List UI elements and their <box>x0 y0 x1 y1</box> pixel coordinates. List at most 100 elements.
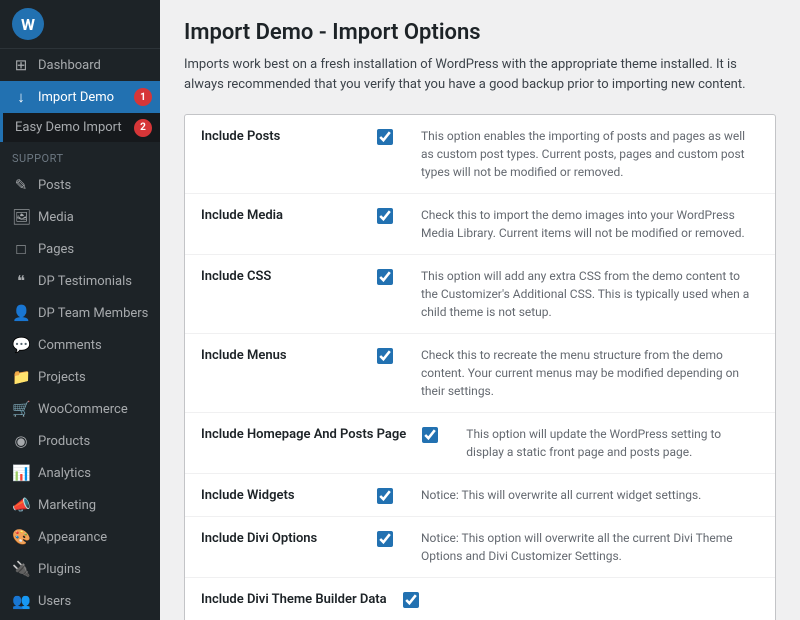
option-checkbox-wrap-include-menus <box>377 346 405 364</box>
option-checkbox-include-divi-options[interactable] <box>377 531 393 547</box>
sidebar-item-label-users: Users <box>38 594 71 609</box>
sidebar-logo: W <box>0 0 160 49</box>
sidebar-item-appearance[interactable]: 🎨 Appearance <box>0 521 160 553</box>
posts-icon: ✎ <box>12 176 30 194</box>
sidebar-item-products[interactable]: ◉ Products <box>0 425 160 457</box>
option-row-include-posts: Include Posts This option enables the imp… <box>185 115 775 194</box>
option-checkbox-wrap-include-divi-options <box>377 529 405 547</box>
option-label-include-divi-options: Include Divi Options <box>201 529 361 546</box>
import-demo-icon: ↓ <box>12 88 30 106</box>
marketing-icon: 📣 <box>12 496 30 514</box>
sidebar: W ⊞ Dashboard ↓ Import Demo 1 Easy Demo Impor… <box>0 0 160 620</box>
option-row-include-divi-theme-builder: Include Divi Theme Builder Data <box>185 578 775 620</box>
page-title: Import Demo - Import Options <box>184 20 776 45</box>
option-checkbox-include-widgets[interactable] <box>377 488 393 504</box>
sidebar-item-label-marketing: Marketing <box>38 498 96 513</box>
option-checkbox-include-divi-theme-builder[interactable] <box>403 592 419 608</box>
sidebar-item-plugins[interactable]: 🔌 Plugins <box>0 553 160 585</box>
option-checkbox-wrap-include-divi-theme-builder <box>403 590 431 608</box>
sidebar-item-label-easy-demo-import: Easy Demo Import <box>15 120 122 135</box>
option-checkbox-wrap-include-css <box>377 267 405 285</box>
pages-icon: □ <box>12 240 30 258</box>
option-checkbox-include-css[interactable] <box>377 269 393 285</box>
sidebar-item-label-media: Media <box>38 210 74 225</box>
sidebar-item-analytics[interactable]: 📊 Analytics <box>0 457 160 489</box>
options-list: Include Posts This option enables the imp… <box>184 114 776 620</box>
option-label-include-menus: Include Menus <box>201 346 361 363</box>
plugins-icon: 🔌 <box>12 560 30 578</box>
sidebar-item-dp-testimonials[interactable]: ❝ DP Testimonials <box>0 265 160 297</box>
option-checkbox-wrap-include-posts <box>377 127 405 145</box>
woocommerce-icon: 🛒 <box>12 400 30 418</box>
media-icon: 🖼 <box>12 208 30 226</box>
dashboard-icon: ⊞ <box>12 56 30 74</box>
sidebar-item-label-appearance: Appearance <box>38 530 107 545</box>
option-checkbox-wrap-include-widgets <box>377 486 405 504</box>
option-label-include-widgets: Include Widgets <box>201 486 361 503</box>
option-row-include-widgets: Include Widgets Notice: This will overwri… <box>185 474 775 517</box>
sidebar-item-label-dp-team-members: DP Team Members <box>38 306 148 321</box>
page-description: Imports work best on a fresh installatio… <box>184 55 776 94</box>
option-checkbox-wrap-include-homepage <box>422 425 450 443</box>
option-desc-include-css: This option will add any extra CSS from … <box>421 267 759 321</box>
appearance-icon: 🎨 <box>12 528 30 546</box>
option-checkbox-wrap-include-media <box>377 206 405 224</box>
option-row-include-divi-options: Include Divi Options Notice: This option … <box>185 517 775 578</box>
option-label-include-css: Include CSS <box>201 267 361 284</box>
option-row-include-homepage: Include Homepage And Posts Page This opti… <box>185 413 775 474</box>
sidebar-item-label-dashboard: Dashboard <box>38 58 101 73</box>
sidebar-item-label-woocommerce: WooCommerce <box>38 402 128 417</box>
sidebar-item-label-plugins: Plugins <box>38 562 81 577</box>
sidebar-item-projects[interactable]: 📁 Projects <box>0 361 160 393</box>
option-label-include-posts: Include Posts <box>201 127 361 144</box>
option-checkbox-include-menus[interactable] <box>377 348 393 364</box>
dp-team-members-icon: 👤 <box>12 304 30 322</box>
sidebar-badge-easy-demo-import: 2 <box>134 119 152 137</box>
sidebar-item-label-import-demo: Import Demo <box>38 90 114 105</box>
option-desc-include-divi-options: Notice: This option will overwrite all t… <box>421 529 759 565</box>
option-desc-include-widgets: Notice: This will overwrite all current … <box>421 486 759 504</box>
sidebar-item-easy-demo-import[interactable]: Easy Demo Import 2 <box>0 113 160 142</box>
option-label-include-media: Include Media <box>201 206 361 223</box>
sidebar-item-dashboard[interactable]: ⊞ Dashboard <box>0 49 160 81</box>
option-row-include-css: Include CSS This option will add any extr… <box>185 255 775 334</box>
sidebar-badge-import-demo: 1 <box>134 88 152 106</box>
sidebar-item-users[interactable]: 👥 Users <box>0 585 160 617</box>
option-checkbox-include-posts[interactable] <box>377 129 393 145</box>
sidebar-item-label-analytics: Analytics <box>38 466 91 481</box>
users-icon: 👥 <box>12 592 30 610</box>
sidebar-item-label-products: Products <box>38 434 90 449</box>
option-label-include-divi-theme-builder: Include Divi Theme Builder Data <box>201 590 387 607</box>
sidebar-item-label-dp-testimonials: DP Testimonials <box>38 274 132 289</box>
sidebar-item-label-projects: Projects <box>38 370 86 385</box>
option-desc-include-media: Check this to import the demo images int… <box>421 206 759 242</box>
option-checkbox-include-media[interactable] <box>377 208 393 224</box>
projects-icon: 📁 <box>12 368 30 386</box>
sidebar-item-posts[interactable]: ✎ Posts <box>0 169 160 201</box>
option-row-include-menus: Include Menus Check this to recreate the … <box>185 334 775 413</box>
options-table: Include Posts This option enables the imp… <box>184 114 776 620</box>
sidebar-item-import-demo[interactable]: ↓ Import Demo 1 <box>0 81 160 113</box>
analytics-icon: 📊 <box>12 464 30 482</box>
sidebar-item-label-posts: Posts <box>38 178 71 193</box>
option-desc-include-menus: Check this to recreate the menu structur… <box>421 346 759 400</box>
option-desc-include-homepage: This option will update the WordPress se… <box>466 425 759 461</box>
option-row-include-media: Include Media Check this to import the de… <box>185 194 775 255</box>
option-desc-include-posts: This option enables the importing of pos… <box>421 127 759 181</box>
sidebar-item-media[interactable]: 🖼 Media <box>0 201 160 233</box>
option-label-include-homepage: Include Homepage And Posts Page <box>201 425 406 442</box>
sidebar-support-label: Support <box>0 142 160 169</box>
sidebar-item-comments[interactable]: 💬 Comments <box>0 329 160 361</box>
sidebar-item-woocommerce[interactable]: 🛒 WooCommerce <box>0 393 160 425</box>
sidebar-item-pages[interactable]: □ Pages <box>0 233 160 265</box>
option-checkbox-include-homepage[interactable] <box>422 427 438 443</box>
sidebar-item-label-pages: Pages <box>38 242 74 257</box>
sidebar-item-dp-team-members[interactable]: 👤 DP Team Members <box>0 297 160 329</box>
sidebar-item-marketing[interactable]: 📣 Marketing <box>0 489 160 521</box>
products-icon: ◉ <box>12 432 30 450</box>
main-content: Import Demo - Import Options Imports wor… <box>160 0 800 620</box>
comments-icon: 💬 <box>12 336 30 354</box>
wordpress-icon: W <box>12 8 44 40</box>
sidebar-item-label-comments: Comments <box>38 338 102 353</box>
dp-testimonials-icon: ❝ <box>12 272 30 290</box>
